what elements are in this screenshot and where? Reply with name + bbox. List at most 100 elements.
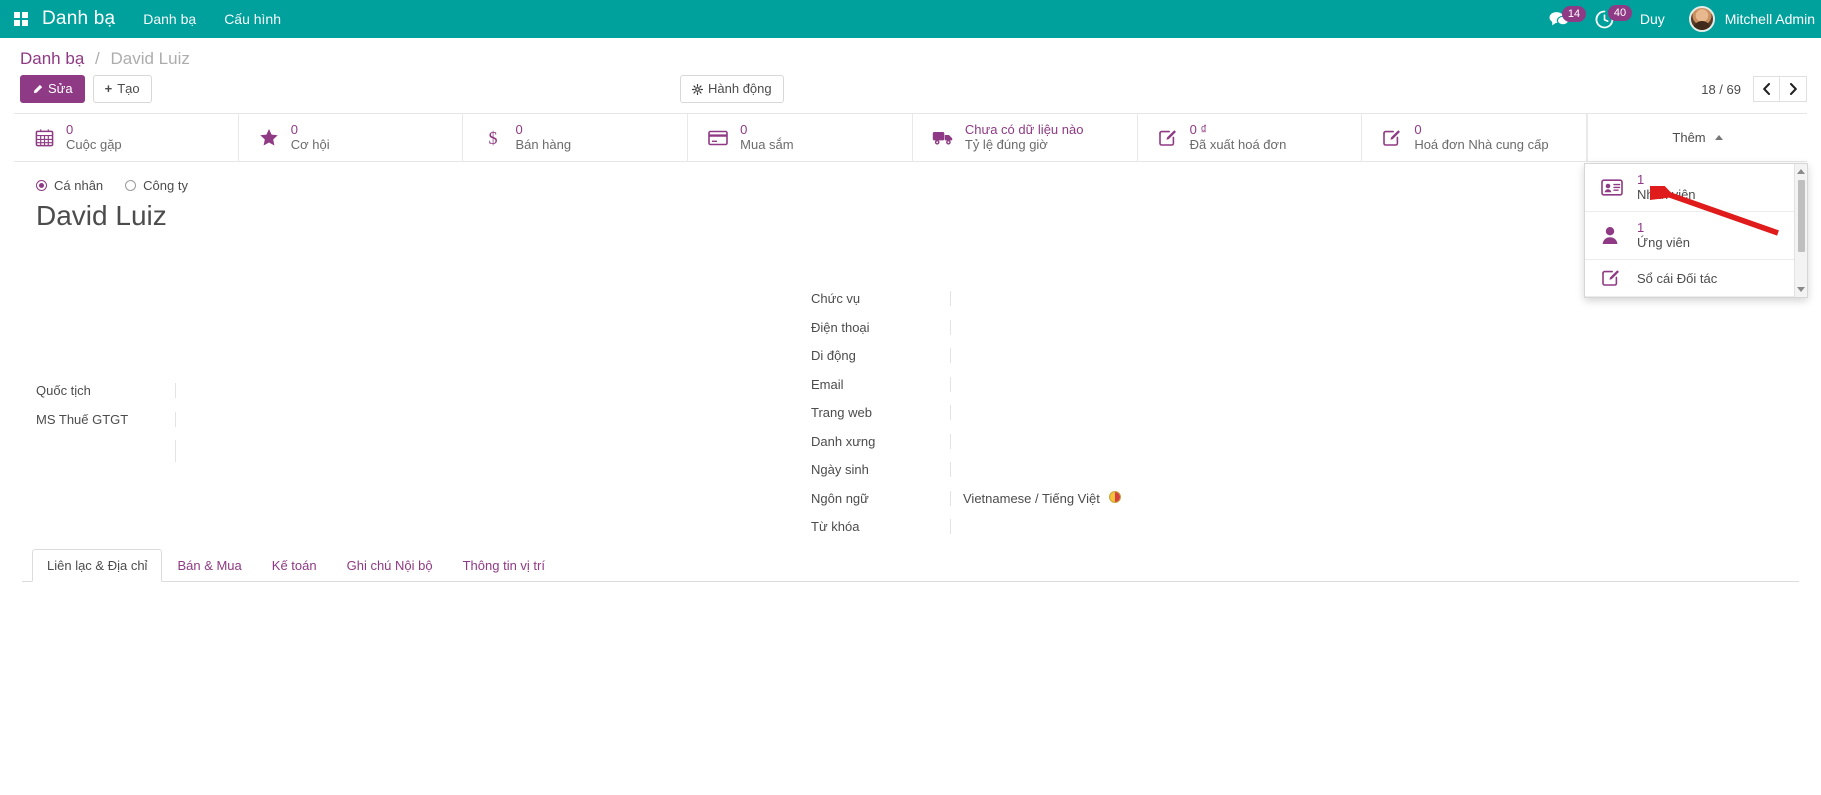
field-label-birthday: Ngày sinh [811,462,951,477]
person-icon [1601,226,1625,245]
stat-value: 0 [1414,122,1421,137]
avatar [1689,6,1715,32]
language-flag-icon [1109,491,1121,503]
plus-icon: + [105,81,113,97]
radio-individual-label: Cá nhân [54,178,103,193]
control-panel: Sửa + Tạo Hành động 18 / 69 [0,69,1821,113]
dropdown-item-partner-ledger[interactable]: Sổ cái Đối tác [1585,260,1807,297]
app-brand-title[interactable]: Danh bạ [42,8,115,30]
field-row-website: Trang web [811,405,1553,434]
field-label-title: Danh xưng [811,434,951,449]
apps-menu-icon[interactable] [8,12,34,26]
truck-icon [931,129,955,146]
database-name[interactable]: Duy [1640,11,1665,27]
dropdown-item-value: 1 [1637,172,1644,187]
action-menu-wrapper: Hành động [680,75,784,103]
messages-menu[interactable]: 14 [1549,11,1569,27]
notebook-tabs: Liên lạc & Địa chỉ Bán & Mua Kế toán Ghi… [22,549,1799,582]
scroll-down-arrow-icon[interactable] [1797,287,1805,292]
pager: 18 / 69 [1701,76,1807,102]
navbar-item-contacts[interactable]: Danh bạ [143,11,196,27]
field-label-nationality: Quốc tịch [36,383,176,398]
action-button[interactable]: Hành động [680,75,784,103]
activities-menu[interactable]: 40 [1595,10,1614,29]
breadcrumb-separator: / [95,49,100,68]
pencil-icon [32,84,43,95]
dropdown-item-applicants[interactable]: 1 Ứng viên [1585,212,1807,260]
stat-text: 0 Bán hàng [515,122,571,153]
field-row-job-position: Chức vụ [811,291,1553,320]
stat-button-opportunities[interactable]: 0 Cơ hội [239,114,464,161]
tab-contacts-addresses[interactable]: Liên lạc & Địa chỉ [32,549,162,582]
scroll-up-arrow-icon[interactable] [1797,169,1805,174]
stat-label: Cuộc gặp [66,137,122,152]
pager-next-button[interactable] [1780,76,1807,102]
top-navbar: Danh bạ Danh bạ Cấu hình 14 40 [0,0,1821,38]
field-label-mobile: Di động [811,348,951,363]
field-label-vat: MS Thuế GTGT [36,412,176,427]
edit-button[interactable]: Sửa [20,75,85,103]
stat-text: 0 Cuộc gặp [66,122,122,153]
dropdown-scrollbar[interactable] [1794,164,1807,297]
tab-internal-notes[interactable]: Ghi chú Nội bộ [332,549,448,582]
form-right-column: Chức vụ Điện thoại Di động Email Trang w… [793,291,1553,548]
navbar-right: 14 40 Duy Mitchell Admin [1549,6,1821,32]
more-stat-buttons-toggle[interactable]: Thêm [1587,114,1807,161]
radio-company[interactable]: Công ty [125,178,188,193]
chevron-left-icon [1762,83,1771,95]
stat-button-vendor-bills[interactable]: 0 Hoá đơn Nhà cung cấp [1362,114,1587,161]
stat-label: Bán hàng [515,137,571,152]
dropdown-item-value: 1 [1637,220,1644,235]
field-row-mobile: Di động [811,348,1553,377]
dropdown-item-employees[interactable]: 1 Nhân viên [1585,164,1807,212]
tab-accounting[interactable]: Kế toán [257,549,332,582]
tab-sales-purchase[interactable]: Bán & Mua [162,549,256,582]
pencil-square-icon [1380,128,1404,148]
field-row-email: Email [811,377,1553,406]
stat-button-invoiced[interactable]: 0 ₫ Đã xuất hoá đơn [1138,114,1363,161]
dropdown-item-text: 1 Ứng viên [1637,220,1690,251]
more-label: Thêm [1672,130,1705,145]
chevron-right-icon [1789,83,1798,95]
messages-badge: 14 [1562,6,1586,22]
radio-company-dot[interactable] [125,180,136,191]
calendar-icon [32,128,56,147]
breadcrumb-root[interactable]: Danh bạ [20,49,84,68]
field-row-language: Ngôn ngữ Vietnamese / Tiếng Việt [811,491,1553,520]
stat-button-purchases[interactable]: 0 Mua sắm [688,114,913,161]
radio-individual-dot[interactable] [36,180,47,191]
dropdown-item-label: Ứng viên [1637,235,1690,250]
field-label-tags: Từ khóa [811,519,951,534]
dropdown-item-label: Sổ cái Đối tác [1637,271,1717,286]
field-row-tags: Từ khóa [811,519,1553,548]
app-root: Danh bạ Danh bạ Cấu hình 14 40 [0,0,1821,795]
create-button[interactable]: + Tạo [93,75,152,103]
notebook: Liên lạc & Địa chỉ Bán & Mua Kế toán Ghi… [14,548,1807,662]
stat-value: 0 [515,122,522,137]
stat-button-sales[interactable]: $ 0 Bán hàng [463,114,688,161]
tab-partner-assignment[interactable]: Thông tin vị trí [448,549,560,582]
field-label-phone: Điện thoại [811,320,951,335]
caret-up-icon [1715,135,1723,140]
scrollbar-thumb[interactable] [1798,180,1805,252]
stat-button-on-time-rate[interactable]: Chưa có dữ liệu nào Tỷ lệ đúng giờ [913,114,1138,161]
id-card-icon [1601,179,1625,196]
stat-value: Chưa có dữ liệu nào [965,122,1084,137]
stat-text: 0 ₫ Đã xuất hoá đơn [1190,122,1287,153]
stat-label: Tỷ lệ đúng giờ [965,137,1048,152]
radio-individual[interactable]: Cá nhân [36,178,103,193]
stat-label: Hoá đơn Nhà cung cấp [1414,137,1548,152]
user-menu[interactable]: Mitchell Admin [1689,6,1821,32]
navbar-item-configuration[interactable]: Cấu hình [224,11,281,27]
dropdown-item-label: Nhân viên [1637,187,1696,202]
field-value-language[interactable]: Vietnamese / Tiếng Việt [951,491,1100,506]
pencil-square-icon [1601,268,1625,288]
create-button-label: Tạo [117,81,139,97]
radio-company-label: Công ty [143,178,188,193]
stat-text: 0 Mua sắm [740,122,793,153]
pager-previous-button[interactable] [1753,76,1780,102]
stat-button-meetings[interactable]: 0 Cuộc gặp [14,114,239,161]
stat-value: 0 [291,122,298,137]
field-label-email: Email [811,377,951,392]
left-column-divider-tail [36,440,176,462]
